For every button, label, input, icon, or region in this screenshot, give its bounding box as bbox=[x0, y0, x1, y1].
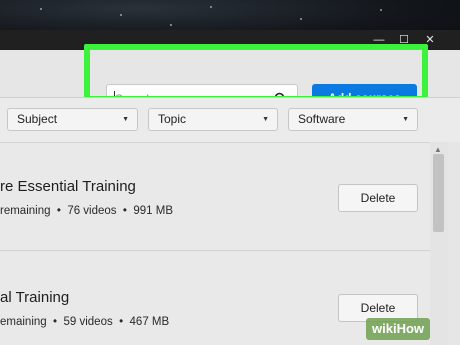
highlight-box bbox=[84, 44, 428, 102]
dropdown-arrow-icon: ▼ bbox=[262, 116, 269, 123]
course-meta: remaining • 76 videos • 991 MB bbox=[0, 205, 173, 217]
star-decoration bbox=[120, 14, 122, 16]
vertical-scrollbar[interactable]: ▲ bbox=[430, 142, 448, 345]
filter-bar: Subject ▼ Topic ▼ Software ▼ bbox=[0, 98, 460, 142]
topic-filter-dropdown[interactable]: Topic ▼ bbox=[148, 108, 278, 131]
scroll-up-icon[interactable]: ▲ bbox=[434, 145, 442, 154]
subject-filter-dropdown[interactable]: Subject ▼ bbox=[7, 108, 138, 131]
row-separator bbox=[0, 142, 430, 143]
filter-label: Topic bbox=[158, 112, 187, 126]
course-title: re Essential Training bbox=[0, 178, 136, 195]
filter-label: Subject bbox=[17, 112, 58, 126]
filter-label: Software bbox=[298, 112, 346, 126]
star-decoration bbox=[170, 24, 172, 26]
dropdown-arrow-icon: ▼ bbox=[122, 116, 129, 123]
wikihow-watermark: wikiHow bbox=[366, 318, 431, 340]
course-meta: emaining • 59 videos • 467 MB bbox=[0, 316, 170, 328]
delete-button[interactable]: Delete bbox=[338, 184, 418, 212]
software-filter-dropdown[interactable]: Software ▼ bbox=[288, 108, 418, 131]
star-decoration bbox=[380, 9, 382, 11]
course-list: re Essential Training remaining • 76 vid… bbox=[0, 142, 430, 345]
star-decoration bbox=[300, 18, 302, 20]
star-decoration bbox=[40, 8, 42, 10]
scroll-thumb[interactable] bbox=[433, 154, 444, 232]
star-decoration bbox=[210, 6, 212, 8]
course-title: al Training bbox=[0, 289, 70, 306]
dropdown-arrow-icon: ▼ bbox=[402, 116, 409, 123]
row-separator bbox=[0, 250, 430, 251]
